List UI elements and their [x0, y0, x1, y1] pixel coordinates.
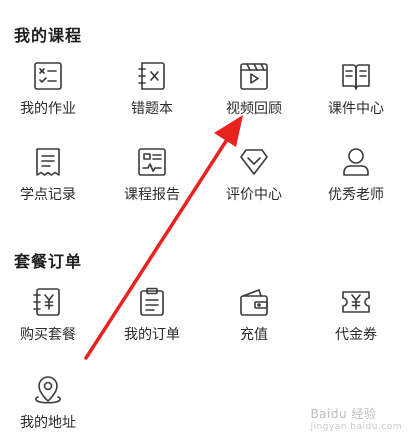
grid-item-label: 评价中心 [226, 187, 282, 203]
grid-item-label: 课程报告 [124, 187, 180, 203]
homework-checklist-icon [34, 62, 62, 90]
grid-item-voucher[interactable]: 代金券 [306, 286, 406, 344]
location-pin-icon [35, 376, 61, 404]
grid-item-label: 学点记录 [20, 187, 76, 203]
grid-item-wrong-answers[interactable]: 错题本 [102, 60, 202, 118]
grid-item-review-center[interactable]: 评价中心 [204, 146, 304, 204]
grid-item-buy-package[interactable]: 购买套餐 [0, 286, 98, 344]
grid-item-label: 我的订单 [124, 327, 180, 343]
teacher-person-icon [343, 148, 369, 176]
buy-package-yen-icon [33, 288, 60, 316]
wrong-answers-notebook-icon [138, 62, 165, 90]
grid-item-label: 课件中心 [328, 101, 384, 117]
grid-item-label: 视频回顾 [226, 101, 282, 117]
watermark-text: Baidu 经验 [310, 407, 377, 421]
grid-item-course-report[interactable]: 课程报告 [102, 146, 202, 204]
grid-item-study-record[interactable]: 学点记录 [0, 146, 98, 204]
grid-item-label: 我的地址 [20, 415, 76, 431]
grid-item-label: 错题本 [131, 101, 173, 117]
diamond-rating-icon [240, 149, 268, 175]
grid-item-label: 充值 [240, 327, 268, 343]
grid-item-courseware-center[interactable]: 课件中心 [306, 60, 406, 118]
video-playback-icon [240, 63, 268, 90]
baidu-jingyan-watermark: Baidu 经验 jingyan.baidu.com [310, 405, 402, 432]
grid-item-my-orders[interactable]: 我的订单 [102, 286, 202, 344]
voucher-ticket-icon [342, 291, 370, 313]
watermark-sub: jingyan.baidu.com [310, 422, 402, 432]
grid-item-label: 购买套餐 [20, 327, 76, 343]
grid-item-excellent-teacher[interactable]: 优秀老师 [306, 146, 406, 204]
section-title-orders: 套餐订单 [14, 252, 83, 271]
grid-item-my-homework[interactable]: 我的作业 [0, 60, 98, 118]
grid-item-video-review[interactable]: 视频回顾 [204, 60, 304, 118]
study-record-receipt-icon [36, 148, 60, 176]
order-clipboard-icon [140, 287, 164, 316]
grid-item-label: 优秀老师 [328, 187, 384, 203]
courseware-book-icon [342, 64, 370, 90]
section-title-courses: 我的课程 [14, 26, 83, 45]
wallet-recharge-icon [240, 289, 268, 316]
course-report-icon [138, 148, 166, 176]
grid-item-my-address[interactable]: 我的地址 [0, 374, 98, 432]
grid-item-recharge[interactable]: 充值 [204, 286, 304, 344]
grid-item-label: 我的作业 [20, 101, 76, 117]
grid-item-label: 代金券 [335, 327, 377, 343]
